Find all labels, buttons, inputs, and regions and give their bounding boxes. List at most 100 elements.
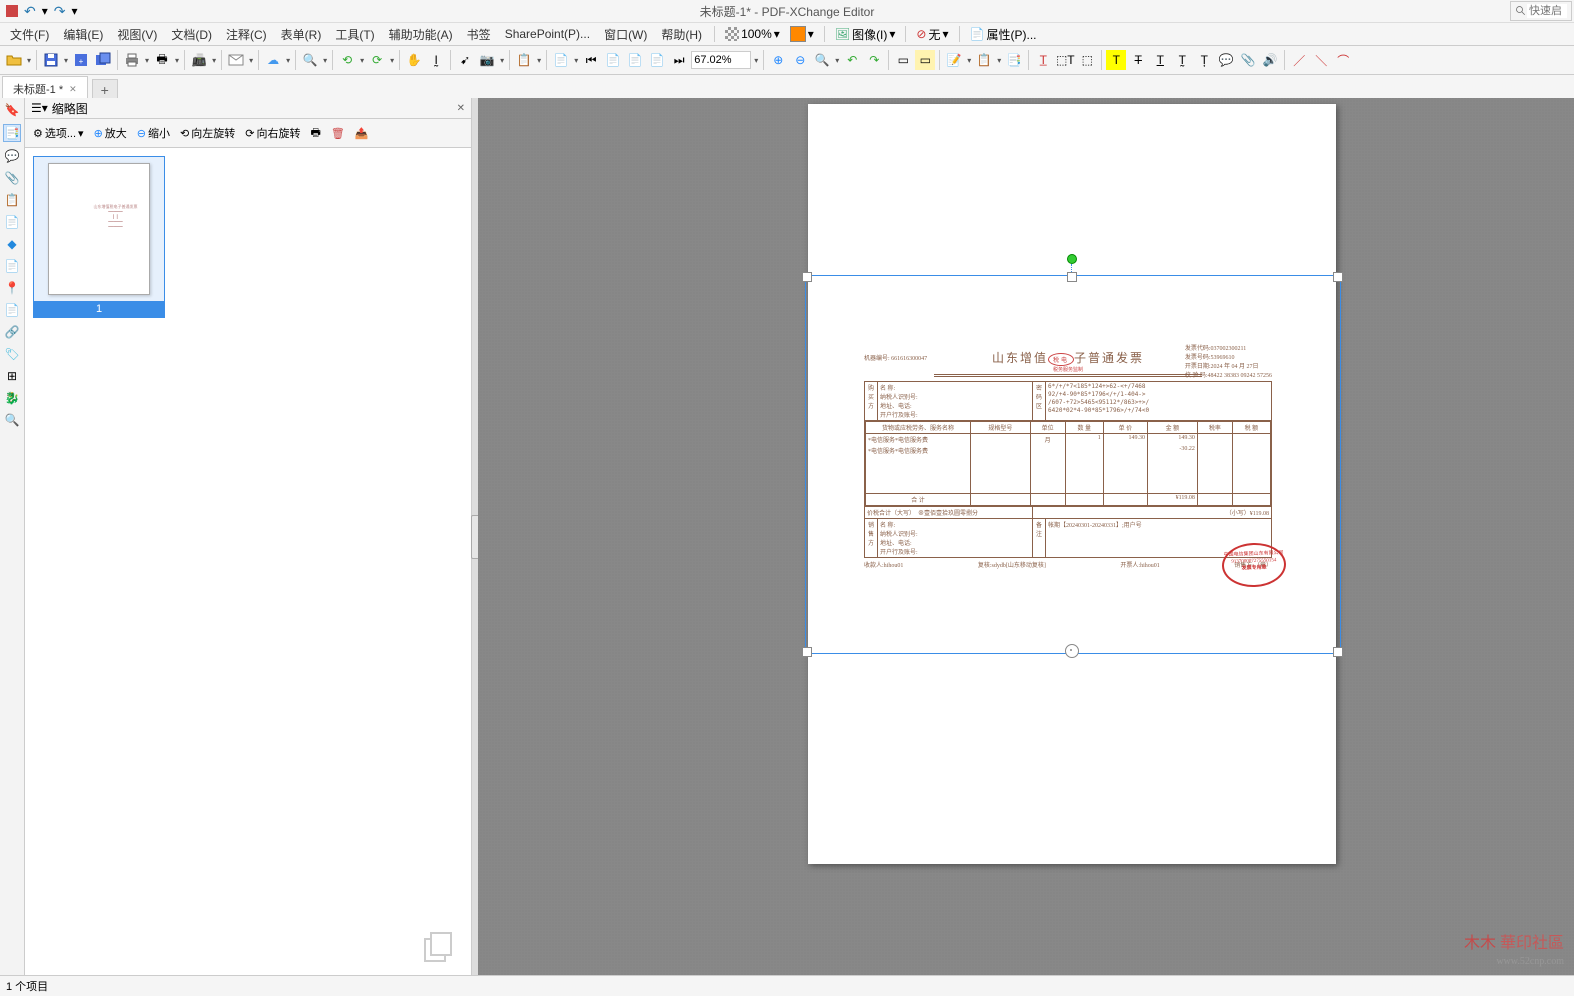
print-button[interactable] (122, 50, 142, 70)
zoom-out-button[interactable]: ⊖ (790, 50, 810, 70)
fit-width[interactable]: ▭ (915, 50, 935, 70)
select-text-tool[interactable]: Ḭ (426, 50, 446, 70)
menu-window[interactable]: 窗口(W) (598, 24, 653, 45)
sound-tool[interactable]: 🔊 (1260, 50, 1280, 70)
highlight-tool[interactable]: T (1106, 50, 1126, 70)
menu-accessibility[interactable]: 辅助功能(A) (383, 24, 459, 45)
thumbnails-pane-icon[interactable]: 📑 (3, 124, 21, 142)
rotate-handle[interactable] (1067, 254, 1077, 264)
menu-edit[interactable]: 编辑(E) (57, 24, 109, 45)
thumb-zoom-in[interactable]: ⊕放大 (90, 123, 131, 143)
note-tool[interactable]: 📋 (974, 50, 994, 70)
thumb-stack-icon[interactable] (421, 929, 457, 968)
bookmarks-pane-icon[interactable]: 🔖 (4, 102, 20, 118)
nav-forward[interactable]: ⟳ (367, 50, 387, 70)
menu-document[interactable]: 文档(D) (165, 24, 218, 45)
undo-dropdown[interactable]: ▾ (42, 4, 48, 18)
scan-button[interactable]: 📠 (189, 50, 209, 70)
menu-bookmarks[interactable]: 书签 (461, 24, 497, 45)
thumb-rotate-left[interactable]: ⟲向左旋转 (176, 123, 239, 143)
panel-menu-icon[interactable]: ☰▾ (31, 101, 48, 115)
quick-launch-input[interactable] (1527, 4, 1567, 18)
attachments-pane-icon[interactable]: 📎 (4, 170, 20, 186)
rotate-ccw[interactable]: ↶ (842, 50, 862, 70)
thumb-options[interactable]: ⚙选项...▾ (29, 123, 88, 143)
resize-handle-e[interactable] (1333, 647, 1343, 657)
text-box[interactable]: ⬚T (1055, 50, 1075, 70)
search-tool[interactable]: 🔍 (300, 50, 320, 70)
eraser-tool[interactable]: ＼ (1311, 50, 1331, 70)
thumb-export[interactable]: 📤 (351, 125, 373, 142)
quick-launch-search[interactable] (1510, 1, 1572, 21)
strikeout-tool[interactable]: T (1128, 50, 1148, 70)
first-page[interactable]: ⏮ (581, 50, 601, 70)
callout[interactable]: ⬚ (1077, 50, 1097, 70)
menu-file[interactable]: 文件(F) (4, 24, 55, 45)
close-panel-button[interactable]: ✕ (457, 103, 465, 114)
save-button[interactable] (41, 50, 61, 70)
last-page[interactable]: ⏭ (669, 50, 689, 70)
page-nav-3[interactable]: 📄 (647, 50, 667, 70)
print-all-button[interactable]: 🖶 (152, 50, 172, 70)
email-button[interactable] (226, 50, 246, 70)
center-handle[interactable] (1065, 644, 1079, 658)
nav-back[interactable]: ⟲ (337, 50, 357, 70)
open-button[interactable] (4, 50, 24, 70)
zoom-input[interactable] (691, 51, 751, 69)
menu-comment[interactable]: 注释(C) (220, 24, 273, 45)
select-tool[interactable]: ➹ (455, 50, 475, 70)
zoom-100-button[interactable]: 100%▾ (721, 25, 784, 43)
resize-handle-w[interactable] (802, 647, 812, 657)
menu-form[interactable]: 表单(R) (275, 24, 328, 45)
hand-tool[interactable]: ✋ (404, 50, 424, 70)
resize-handle-ne[interactable] (1333, 272, 1343, 282)
color-swatch[interactable]: ▾ (786, 24, 818, 44)
content-pane-icon[interactable]: 📄 (4, 258, 20, 274)
sticky-note[interactable]: 💬 (1216, 50, 1236, 70)
history-pane-icon[interactable]: 🐉 (4, 390, 20, 406)
destinations-pane-icon[interactable]: 📍 (4, 280, 20, 296)
text-annot[interactable]: 📝 (944, 50, 964, 70)
thumb-zoom-out[interactable]: ⊖缩小 (133, 123, 174, 143)
page-thumbnail[interactable]: 山东增值税电子普通发票━━━━━━┃ ┃━━━━━━━━━━━━ 1 (33, 156, 165, 318)
close-tab-button[interactable]: ✕ (69, 84, 77, 95)
tags-pane-icon[interactable]: 🏷 (4, 346, 20, 362)
menu-help[interactable]: 帮助(H) (655, 24, 708, 45)
thumb-rotate-right[interactable]: ⟳向右旋转 (241, 123, 304, 143)
selection-box[interactable] (805, 275, 1341, 654)
stamp-tool[interactable]: 📑 (1004, 50, 1024, 70)
menu-tools[interactable]: 工具(T) (329, 24, 380, 45)
comments-pane-icon[interactable]: 💬 (4, 148, 20, 164)
insert-text-tool[interactable]: T͎ (1194, 50, 1214, 70)
image-menu[interactable]: 🖼图像(I)▾ (831, 24, 900, 45)
attach-file[interactable]: 📎 (1238, 50, 1258, 70)
page-nav-1[interactable]: 📄 (603, 50, 623, 70)
fields-pane-icon[interactable]: 📋 (4, 192, 20, 208)
page-canvas[interactable]: 机器编号: 661616300047 山东增值税电子普通发票 税务服务监制 发票… (478, 98, 1574, 976)
layers-pane-icon[interactable]: ◆ (4, 236, 20, 252)
signatures-pane-icon[interactable]: 📄 (4, 214, 20, 230)
arc-tool[interactable]: ⌒ (1333, 50, 1353, 70)
clipboard-button[interactable]: 📋 (514, 50, 534, 70)
squiggly-tool[interactable]: T̰ (1172, 50, 1192, 70)
fit-page[interactable]: ▭ (893, 50, 913, 70)
thumb-delete[interactable]: 🗑 (327, 125, 349, 142)
pencil-tool[interactable]: ／ (1289, 50, 1309, 70)
rotate-cw[interactable]: ↷ (864, 50, 884, 70)
properties-pane-icon[interactable]: ⊞ (4, 368, 20, 384)
3d-pane-icon[interactable]: 📄 (4, 302, 20, 318)
undo-button[interactable]: ↶ (24, 3, 36, 20)
zoom-in-button[interactable]: ⊕ (768, 50, 788, 70)
zoom-marquee[interactable]: 🔍 (812, 50, 832, 70)
save-as-button[interactable]: + (71, 50, 91, 70)
cloud-button[interactable]: ☁ (263, 50, 283, 70)
edit-text[interactable]: T̲ (1033, 50, 1053, 70)
page-nav-2[interactable]: 📄 (625, 50, 645, 70)
menu-sharepoint[interactable]: SharePoint(P)... (499, 25, 596, 43)
properties-menu[interactable]: 📄属性(P)... (966, 24, 1041, 45)
resize-handle-nw[interactable] (802, 272, 812, 282)
menu-view[interactable]: 视图(V) (111, 24, 163, 45)
redo-button[interactable]: ↷ (54, 3, 66, 20)
links-pane-icon[interactable]: 🔗 (4, 324, 20, 340)
none-menu[interactable]: ⊘无▾ (912, 24, 952, 45)
